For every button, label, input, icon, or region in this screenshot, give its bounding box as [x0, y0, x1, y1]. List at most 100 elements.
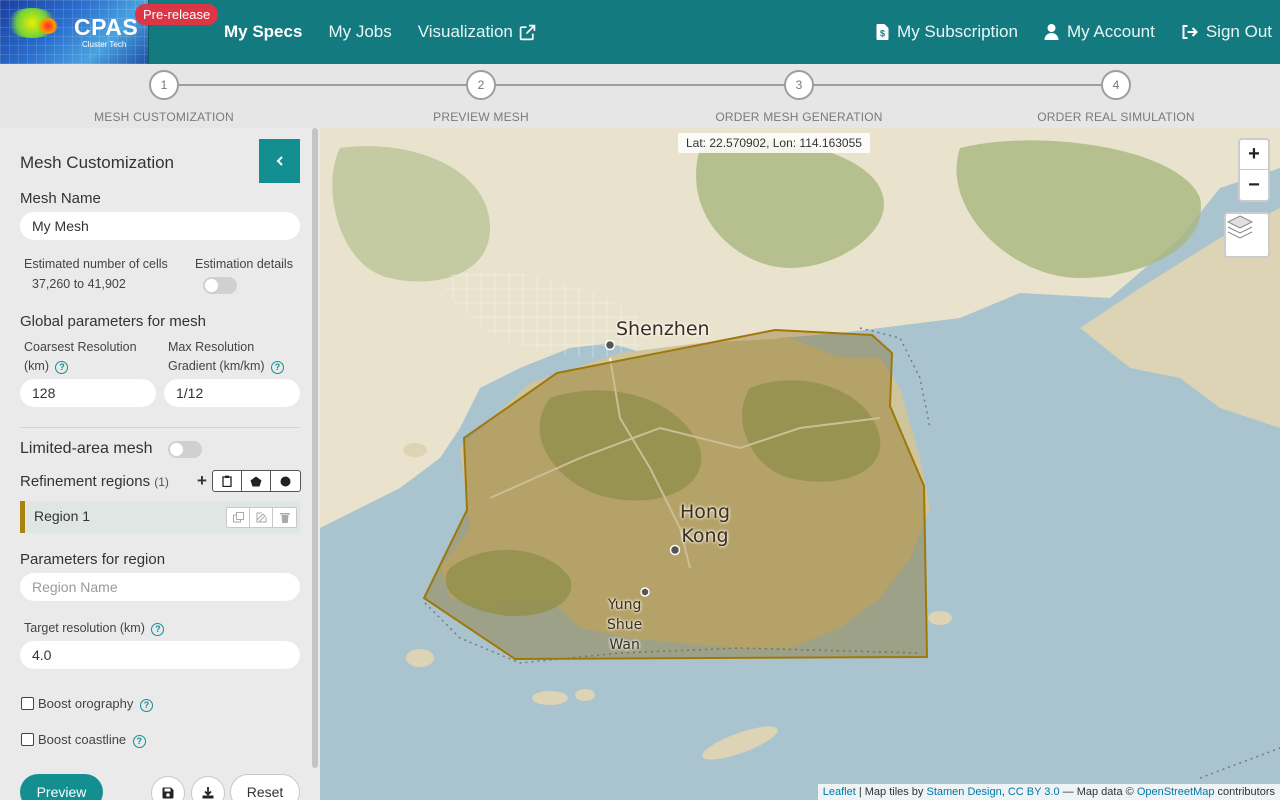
boost-coastline-checkbox[interactable]: [21, 733, 34, 746]
reset-button[interactable]: Reset: [230, 774, 300, 800]
brand-name: CPAS: [74, 14, 139, 40]
nav-my-specs[interactable]: My Specs: [224, 22, 302, 42]
region-list-item[interactable]: Region 1: [20, 501, 300, 533]
draw-circle-button[interactable]: [271, 471, 300, 491]
island: [702, 726, 778, 760]
delete-region-button[interactable]: [273, 508, 296, 527]
step-preview-mesh[interactable]: 2 PREVIEW MESH: [361, 70, 601, 124]
gradient-label-line1: Max Resolution: [168, 340, 255, 354]
help-icon[interactable]: ?: [132, 735, 146, 748]
chevron-left-icon: [276, 156, 283, 166]
step-label: PREVIEW MESH: [433, 110, 529, 124]
leaflet-link[interactable]: Leaflet: [823, 786, 856, 798]
navbar: CPAS Cluster Tech Pre-release My Specs M…: [0, 0, 1280, 64]
region-tool-group: [212, 470, 301, 492]
external-link-icon: [519, 24, 536, 40]
zoom-control: + −: [1238, 138, 1270, 202]
layers-icon: [1226, 215, 1254, 239]
nav-my-account[interactable]: My Account: [1044, 22, 1155, 42]
zoom-out-button[interactable]: −: [1240, 170, 1268, 200]
nav-left: My Specs My Jobs Visualization: [224, 0, 562, 64]
nav-sign-out[interactable]: Sign Out: [1181, 22, 1272, 42]
osm-link[interactable]: OpenStreetMap: [1137, 786, 1215, 798]
city-label-line1: Yung: [607, 597, 642, 613]
city-marker-hong-kong[interactable]: [669, 544, 681, 556]
city-marker-shenzhen[interactable]: [604, 339, 616, 351]
nav-my-subscription[interactable]: $ My Subscription: [876, 22, 1018, 42]
nav-visualization[interactable]: Visualization: [418, 22, 536, 42]
help-icon[interactable]: ?: [140, 699, 154, 712]
help-icon[interactable]: ?: [271, 361, 285, 374]
boost-coastline-text: Boost coastline: [38, 732, 127, 747]
global-params-label: Global parameters for mesh: [20, 313, 206, 330]
help-icon[interactable]: ?: [55, 361, 69, 374]
preview-button[interactable]: Preview: [20, 774, 103, 800]
island: [532, 691, 568, 705]
cpas-logo[interactable]: CPAS Cluster Tech: [0, 0, 149, 64]
city-label-yung-shue-wan: Yung Shue Wan: [607, 595, 642, 655]
download-button[interactable]: [191, 776, 225, 800]
step-order-real-simulation[interactable]: 4 ORDER REAL SIMULATION: [996, 70, 1236, 124]
refinement-region-polygon[interactable]: [422, 328, 929, 661]
step-number: 2: [466, 70, 496, 100]
refinement-regions-title: Refinement regions: [20, 473, 151, 490]
sidebar-scrollbar[interactable]: [312, 128, 318, 768]
draw-polygon-button[interactable]: [242, 471, 271, 491]
boost-orography-label: Boost orography ?: [38, 694, 154, 713]
nav-sign-out-label: Sign Out: [1205, 22, 1272, 41]
gradient-label-line2: Gradient (km/km): [168, 359, 265, 373]
nav-my-account-label: My Account: [1066, 22, 1155, 41]
collapse-sidebar-button[interactable]: [259, 139, 300, 183]
nav-my-jobs-label: My Jobs: [328, 22, 392, 41]
nav-right: $ My Subscription My Account Sign Out: [850, 0, 1272, 64]
step-label: MESH CUSTOMIZATION: [94, 110, 234, 124]
limited-area-toggle[interactable]: [168, 441, 202, 458]
svg-text:$: $: [880, 29, 885, 39]
save-button[interactable]: [151, 776, 185, 800]
add-region-button[interactable]: +: [197, 471, 207, 491]
trash-icon: [279, 513, 290, 523]
region-name-input[interactable]: Region Name: [20, 573, 300, 601]
stepper-line: [164, 84, 1116, 86]
layers-button[interactable]: [1224, 212, 1270, 258]
coarsest-res-label-line1: Coarsest Resolution: [24, 340, 137, 354]
clipboard-icon: [222, 475, 232, 487]
nav-my-jobs[interactable]: My Jobs: [328, 22, 391, 42]
license-link[interactable]: CC BY 3.0: [1008, 786, 1060, 798]
circle-icon: [280, 476, 291, 486]
island: [403, 443, 427, 457]
boost-orography-checkbox[interactable]: [21, 697, 34, 710]
est-cells-label: Estimated number of cells: [24, 257, 168, 271]
polygon-icon: [250, 476, 262, 486]
coarsest-res-input[interactable]: 128: [20, 379, 156, 407]
step-order-mesh-generation[interactable]: 3 ORDER MESH GENERATION: [679, 70, 919, 124]
step-mesh-customization[interactable]: 1 MESH CUSTOMIZATION: [44, 70, 284, 124]
mesh-sidebar: Mesh Customization Mesh Name My Mesh Est…: [0, 128, 320, 800]
edit-region-button[interactable]: [250, 508, 273, 527]
step-number: 1: [149, 70, 179, 100]
coarsest-res-label: Coarsest Resolution (km) ?: [24, 338, 137, 376]
est-details-toggle[interactable]: [203, 277, 237, 294]
city-label-hong-kong-line1: Hong: [680, 501, 731, 523]
duplicate-region-button[interactable]: [227, 508, 250, 527]
mesh-name-input[interactable]: My Mesh: [20, 212, 300, 240]
map-view[interactable]: Shenzhen Hong Kong Yung Shue Wan Lat: 22…: [320, 128, 1280, 800]
zoom-in-button[interactable]: +: [1240, 140, 1268, 170]
boost-orography-text: Boost orography: [38, 696, 134, 711]
map-canvas[interactable]: [320, 128, 1280, 800]
stamen-link[interactable]: Stamen Design: [926, 786, 1001, 798]
gradient-input[interactable]: 1/12: [164, 379, 300, 407]
target-res-label-text: Target resolution (km): [24, 621, 145, 635]
paste-region-button[interactable]: [213, 471, 242, 491]
copy-icon: [232, 512, 244, 523]
attribution-text: contributors: [1214, 786, 1275, 798]
nav-visualization-label: Visualization: [417, 22, 513, 41]
step-label: ORDER REAL SIMULATION: [1037, 110, 1195, 124]
island: [406, 649, 434, 667]
download-icon: [202, 787, 214, 799]
target-res-input[interactable]: 4.0: [20, 641, 300, 669]
help-icon[interactable]: ?: [151, 623, 165, 636]
divider: [20, 427, 300, 428]
cursor-coordinates: Lat: 22.570902, Lon: 114.163055: [678, 133, 870, 153]
gradient-label: Max Resolution Gradient (km/km) ?: [168, 338, 285, 376]
